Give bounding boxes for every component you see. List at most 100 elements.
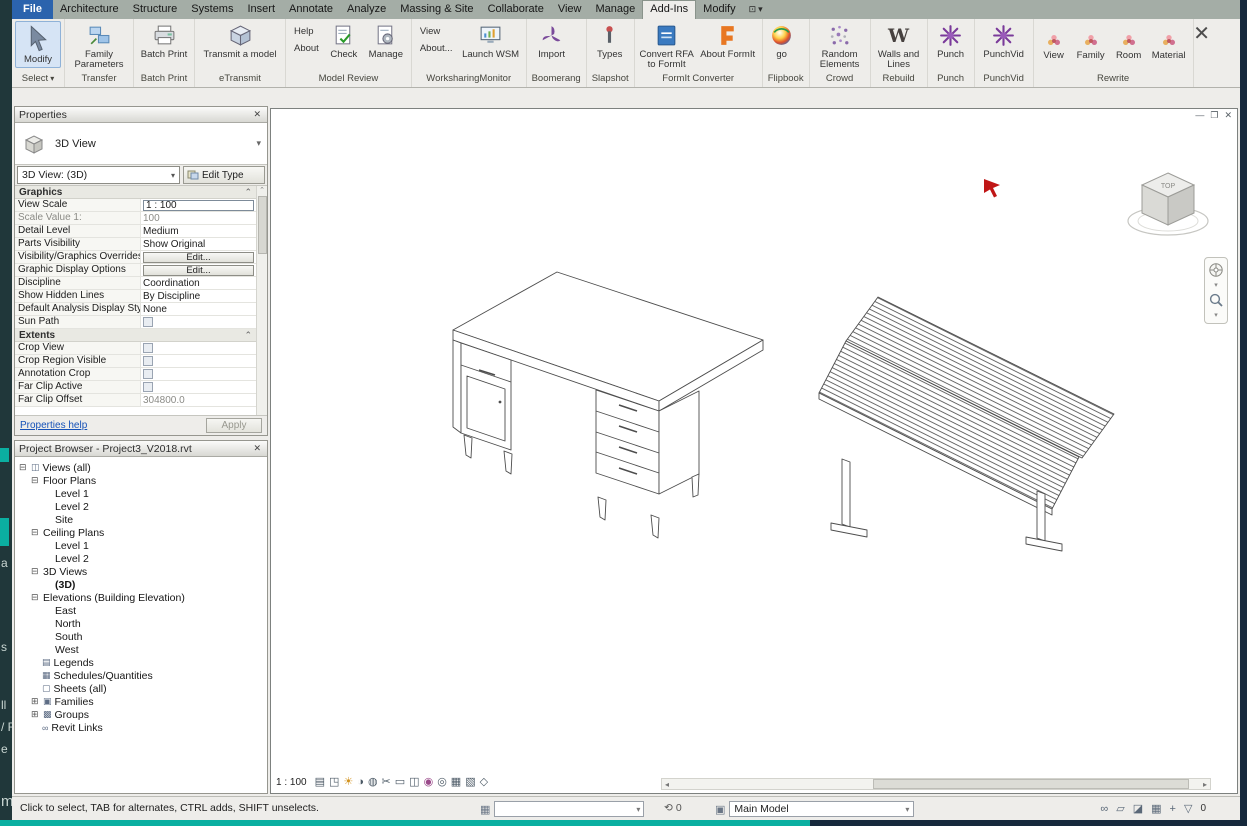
show-hidden-lines-value[interactable]: By Discipline	[141, 290, 256, 302]
tree-item-west[interactable]: West	[15, 643, 267, 656]
panel-label-etransmit[interactable]: eTransmit	[195, 72, 285, 87]
edit-type-button[interactable]: Edit Type	[183, 166, 265, 184]
tab-architecture[interactable]: Architecture	[53, 0, 126, 19]
rewrite-room-button[interactable]: Room	[1111, 31, 1147, 63]
viewcube[interactable]: TOP	[1127, 172, 1209, 236]
far-clip-active-checkbox[interactable]	[143, 382, 153, 392]
expander-icon[interactable]: ⊟	[31, 528, 40, 537]
sun-path-checkbox[interactable]	[143, 317, 153, 327]
types-button[interactable]: Types	[590, 21, 630, 62]
random-elements-button[interactable]: Random Elements	[813, 21, 867, 72]
expander-icon[interactable]: ⊞	[31, 697, 40, 706]
tree-item-south[interactable]: South	[15, 630, 267, 643]
panel-label-crowd[interactable]: Crowd	[810, 72, 870, 87]
view-minimize-icon[interactable]: —	[1195, 110, 1204, 121]
crop-region-icon[interactable]: ▭	[395, 776, 405, 789]
type-selector[interactable]: 3D View ▾	[15, 123, 267, 165]
batch-print-button[interactable]: Batch Print	[137, 21, 191, 62]
constraints-icon[interactable]: ▦	[451, 776, 461, 789]
panel-label-boomerang[interactable]: Boomerang	[527, 72, 586, 87]
expander-icon[interactable]: ⊟	[19, 463, 28, 472]
view-selector-combo[interactable]: 3D View: (3D) ▾	[17, 166, 180, 184]
rewrite-family-button[interactable]: Family	[1072, 31, 1110, 63]
drawing-area[interactable]: TOP	[271, 109, 1237, 793]
tree-item-level-2[interactable]: Level 2	[15, 552, 267, 565]
temporary-view-properties-icon[interactable]: ◎	[437, 776, 447, 789]
ribbon-display-dropdown-icon[interactable]: ▾	[758, 4, 763, 15]
zoom-icon[interactable]	[1208, 292, 1224, 308]
modify-button[interactable]: Modify	[15, 21, 61, 68]
panel-label-slapshot[interactable]: Slapshot	[587, 72, 634, 87]
graphic-display-options-edit-button[interactable]: Edit...	[143, 264, 254, 276]
tree-item-revit-links[interactable]: ∞ Revit Links	[15, 721, 267, 734]
apply-button[interactable]: Apply	[206, 418, 262, 433]
horizontal-scrollbar[interactable]: ◂ ▸	[661, 778, 1211, 790]
detail-level-icon[interactable]: ▤	[315, 776, 325, 789]
tree-item-level-1[interactable]: Level 1	[15, 539, 267, 552]
tree-item-3d[interactable]: (3D)	[15, 578, 267, 591]
go-button[interactable]: go	[766, 21, 798, 62]
temporary-hide-icon[interactable]: ◫	[409, 776, 419, 789]
launch-wsm-button[interactable]: Launch WSM	[459, 21, 523, 62]
annotation-crop-checkbox[interactable]	[143, 369, 153, 379]
chevron-down-icon[interactable]: ▾	[256, 138, 261, 149]
detail-level-value[interactable]: Medium	[141, 225, 256, 237]
close-icon[interactable]: ✕	[251, 443, 263, 454]
tab-systems[interactable]: Systems	[184, 0, 240, 19]
panel-label-punchvid[interactable]: PunchVid	[975, 72, 1033, 87]
active-workset-combo[interactable]: ▾	[494, 801, 645, 817]
select-by-face-icon[interactable]: ▦	[1151, 802, 1161, 815]
tab-view[interactable]: View	[551, 0, 589, 19]
editing-requests-icon[interactable]: ⟲	[664, 802, 673, 814]
scrollbar-thumb[interactable]	[257, 196, 267, 254]
import-button[interactable]: Import	[530, 21, 574, 62]
tree-item-north[interactable]: North	[15, 617, 267, 630]
tab-analyze[interactable]: Analyze	[340, 0, 393, 19]
tree-item-schedules[interactable]: ▦ Schedules/Quantities	[15, 669, 267, 682]
help-button[interactable]: Help	[292, 25, 321, 38]
wsm-view-button[interactable]: View	[418, 25, 455, 38]
filter-icon[interactable]: ▽	[1184, 802, 1192, 815]
properties-title-bar[interactable]: Properties ✕	[15, 107, 267, 123]
properties-help-link[interactable]: Properties help	[20, 420, 87, 431]
scale-button[interactable]: 1 : 100	[276, 777, 307, 788]
panel-label-formit-converter[interactable]: FormIt Converter	[635, 72, 762, 87]
tab-annotate[interactable]: Annotate	[282, 0, 340, 19]
tree-item-sheets[interactable]: ▢ Sheets (all)	[15, 682, 267, 695]
panel-label-rebuild[interactable]: Rebuild	[871, 72, 927, 87]
check-button[interactable]: Check	[325, 21, 363, 62]
properties-scrollbar[interactable]: ⌃	[256, 186, 267, 415]
shadows-icon[interactable]: ◑	[357, 776, 364, 789]
chevron-down-icon[interactable]: ▾	[1214, 311, 1218, 319]
select-links-icon[interactable]: ∞	[1100, 803, 1108, 815]
panel-label-transfer[interactable]: Transfer	[65, 72, 133, 87]
rewrite-view-button[interactable]: View	[1037, 31, 1071, 63]
tree-item-site[interactable]: Site	[15, 513, 267, 526]
default-analysis-style-value[interactable]: None	[141, 303, 256, 315]
tree-item-views-all[interactable]: ⊟ ◫ Views (all)	[15, 461, 267, 474]
panel-label-punch[interactable]: Punch	[928, 72, 974, 87]
expander-icon[interactable]: ⊟	[31, 567, 40, 576]
tree-item-level-1[interactable]: Level 1	[15, 487, 267, 500]
panel-label-rewrite[interactable]: Rewrite	[1034, 72, 1193, 87]
tree-item-ceiling-plans[interactable]: ⊟ Ceiling Plans	[15, 526, 267, 539]
close-icon[interactable]: ✕	[1193, 24, 1210, 44]
expander-icon[interactable]: ⊟	[31, 476, 40, 485]
rendering-icon[interactable]: ◍	[368, 776, 378, 789]
punchvid-button[interactable]: PunchVid	[978, 21, 1030, 62]
tree-item-3d-views[interactable]: ⊟ 3D Views	[15, 565, 267, 578]
panel-label-batch-print[interactable]: Batch Print	[134, 72, 194, 87]
rewrite-material-button[interactable]: Material	[1148, 31, 1190, 63]
section-graphics[interactable]: Graphics ⌃	[15, 186, 256, 199]
expander-icon[interactable]: ⊟	[31, 593, 40, 602]
panel-label-worksharing-monitor[interactable]: WorksharingMonitor	[412, 72, 526, 87]
close-icon[interactable]: ✕	[251, 109, 263, 120]
scroll-left-icon[interactable]: ◂	[662, 780, 672, 789]
crop-view-checkbox[interactable]	[143, 343, 153, 353]
tree-item-elevations[interactable]: ⊟ Elevations (Building Elevation)	[15, 591, 267, 604]
panel-label-flipbook[interactable]: Flipbook	[763, 72, 809, 87]
worksharing-display-icon[interactable]: ▧	[465, 776, 475, 789]
project-browser-title-bar[interactable]: Project Browser - Project3_V2018.rvt ✕	[15, 441, 267, 457]
reveal-hidden-icon[interactable]: ◉	[424, 776, 434, 789]
tab-structure[interactable]: Structure	[126, 0, 185, 19]
